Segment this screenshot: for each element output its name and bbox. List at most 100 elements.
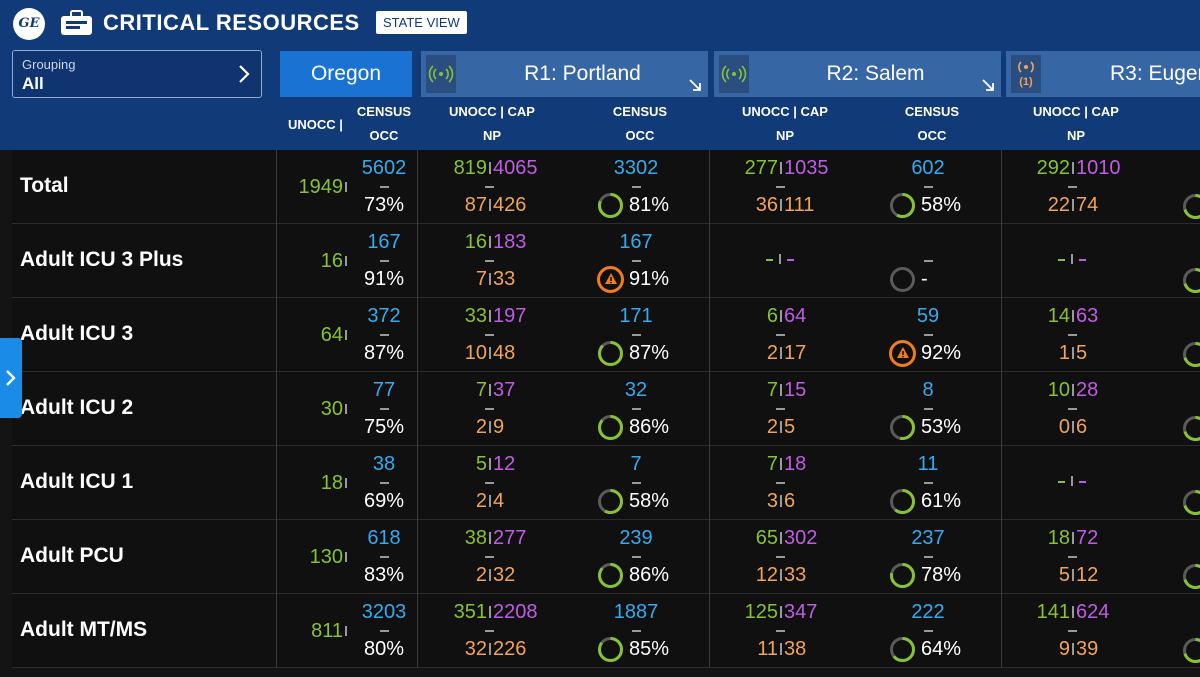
- column-divider: [709, 446, 710, 520]
- col-header-occ: OCC: [625, 128, 655, 143]
- region-cap-value: 28: [1076, 379, 1099, 401]
- region-cap-value: 197: [493, 305, 527, 327]
- table-row[interactable]: Adult MT/MS 811 3203 80% 351 2208 32 226 1887 85%…: [12, 594, 1200, 668]
- dash: [632, 408, 641, 410]
- empty-dash: [766, 259, 773, 261]
- region-unocc-value: 7: [766, 379, 778, 401]
- state-unocc-value: 16: [320, 250, 343, 272]
- region-occ-value: 64%: [921, 638, 962, 660]
- dash: [485, 186, 494, 188]
- region-occ-value: 81%: [629, 194, 670, 216]
- grouping-select[interactable]: Grouping All: [12, 50, 262, 98]
- region-np-value: 2: [475, 490, 487, 512]
- region-census-value: 32: [624, 379, 648, 401]
- separator: [780, 532, 782, 544]
- state-occ-value: 69%: [363, 490, 405, 512]
- region-occ-value: 58%: [921, 194, 962, 216]
- separator: [1072, 384, 1074, 396]
- tab-region-eugene[interactable]: (1) R3: Eugene: [1006, 51, 1200, 97]
- dash: [924, 630, 933, 632]
- region-np-value: 226: [493, 638, 527, 660]
- row-label: Total: [20, 174, 69, 197]
- region-occ-value: 91%: [629, 268, 670, 290]
- col-header-unocc: UNOCC |: [288, 117, 343, 132]
- dash: [1068, 630, 1077, 632]
- separator: [780, 162, 782, 174]
- chevron-right-icon: [6, 370, 16, 386]
- table-row[interactable]: Adult PCU 130 618 83% 38 277 2 32 239 86% 65 302 12 3…: [12, 520, 1200, 594]
- dash: [924, 556, 933, 558]
- region-np-value: 17: [784, 342, 807, 364]
- row-label: Adult ICU 3: [20, 322, 134, 345]
- col-header-occ: OCC: [369, 128, 399, 143]
- region-occ-value: -: [921, 268, 928, 290]
- region-cap-value: 64: [784, 305, 807, 327]
- region-np-value: 74: [1076, 194, 1099, 216]
- region-unocc-value: 16: [464, 231, 487, 253]
- dash: [632, 260, 641, 262]
- table-row[interactable]: Total 1949 5602 73% 819 4065 87 426 3302 81% 277 10…: [12, 150, 1200, 224]
- occupancy-ring: [890, 489, 915, 514]
- region-cap-value: 63: [1076, 305, 1099, 327]
- occupancy-ring: [1183, 342, 1200, 367]
- region-title: R1: Portland: [524, 62, 641, 85]
- separator: [779, 254, 781, 264]
- region-census-value: 59: [916, 305, 940, 327]
- state-view-badge[interactable]: STATE VIEW: [376, 11, 467, 34]
- region-np-value: 48: [493, 342, 516, 364]
- region-cap-value: 37: [493, 379, 516, 401]
- dash: [776, 556, 785, 558]
- region-cap-value: 4065: [493, 157, 538, 179]
- separator: [780, 495, 782, 507]
- region-occ-value: 78%: [921, 564, 962, 586]
- region-np-value: 4: [493, 490, 505, 512]
- dash: [632, 556, 641, 558]
- region-occ-value: 92%: [921, 342, 962, 364]
- region-occ-value: 86%: [629, 564, 670, 586]
- expand-sidebar-tab[interactable]: [0, 338, 22, 418]
- column-divider: [709, 224, 710, 298]
- region-occ-value: 85%: [629, 638, 670, 660]
- tab-region-salem[interactable]: R2: Salem: [714, 51, 1001, 97]
- region-np-value: 2: [766, 416, 778, 438]
- table-row[interactable]: Adult ICU 3 Plus 16 167 91% 16 183 7 33 167 91% -: [12, 224, 1200, 298]
- separator: [1072, 606, 1074, 618]
- table-row[interactable]: Adult ICU 2 30 77 75% 7 37 2 9 32 86% 7 15 2 5 8 53% 10 2…: [12, 372, 1200, 446]
- tab-state-oregon[interactable]: Oregon: [280, 51, 412, 97]
- region-unocc-value: 125: [744, 601, 778, 623]
- occupancy-ring: [1183, 490, 1200, 515]
- separator: [780, 569, 782, 581]
- state-census-value: 372: [367, 305, 401, 327]
- tab-region-portland[interactable]: R1: Portland: [421, 51, 708, 97]
- region-census-value: 602: [911, 157, 945, 179]
- occupancy-ring: [1183, 638, 1200, 663]
- table-row[interactable]: Adult ICU 3 64 372 87% 33 197 10 48 171 87% 6 64 2 17…: [12, 298, 1200, 372]
- region-unocc-value: 18: [1047, 527, 1070, 549]
- region-np-value: 3: [766, 490, 778, 512]
- separator: [780, 347, 782, 359]
- table-row[interactable]: Adult ICU 1 18 38 69% 5 12 2 4 7 58% 7 18 3 6 11 61%: [12, 446, 1200, 520]
- dash: [485, 408, 494, 410]
- region-np-value: 2: [766, 342, 778, 364]
- column-divider: [1001, 594, 1002, 668]
- dash: [632, 630, 641, 632]
- region-census-value: 11: [917, 453, 939, 475]
- region-cap-value: 18: [784, 453, 807, 475]
- state-census-value: 38: [372, 453, 396, 475]
- column-divider: [1001, 150, 1002, 224]
- column-divider: [709, 520, 710, 594]
- column-divider: [276, 150, 277, 224]
- row-label: Adult MT/MS: [20, 618, 148, 641]
- separator: [489, 495, 491, 507]
- row-label: Adult PCU: [20, 544, 124, 567]
- separator: [1071, 476, 1073, 486]
- region-np-value: 87: [464, 194, 487, 216]
- col-header-np: NP: [482, 128, 502, 143]
- empty-dash: [787, 259, 794, 261]
- region-census-value: 239: [619, 527, 653, 549]
- occupancy-ring: [598, 637, 623, 662]
- column-divider: [709, 594, 710, 668]
- dash: [776, 630, 785, 632]
- row-label: Adult ICU 3 Plus: [20, 248, 184, 271]
- alert-count: (1): [1019, 76, 1033, 88]
